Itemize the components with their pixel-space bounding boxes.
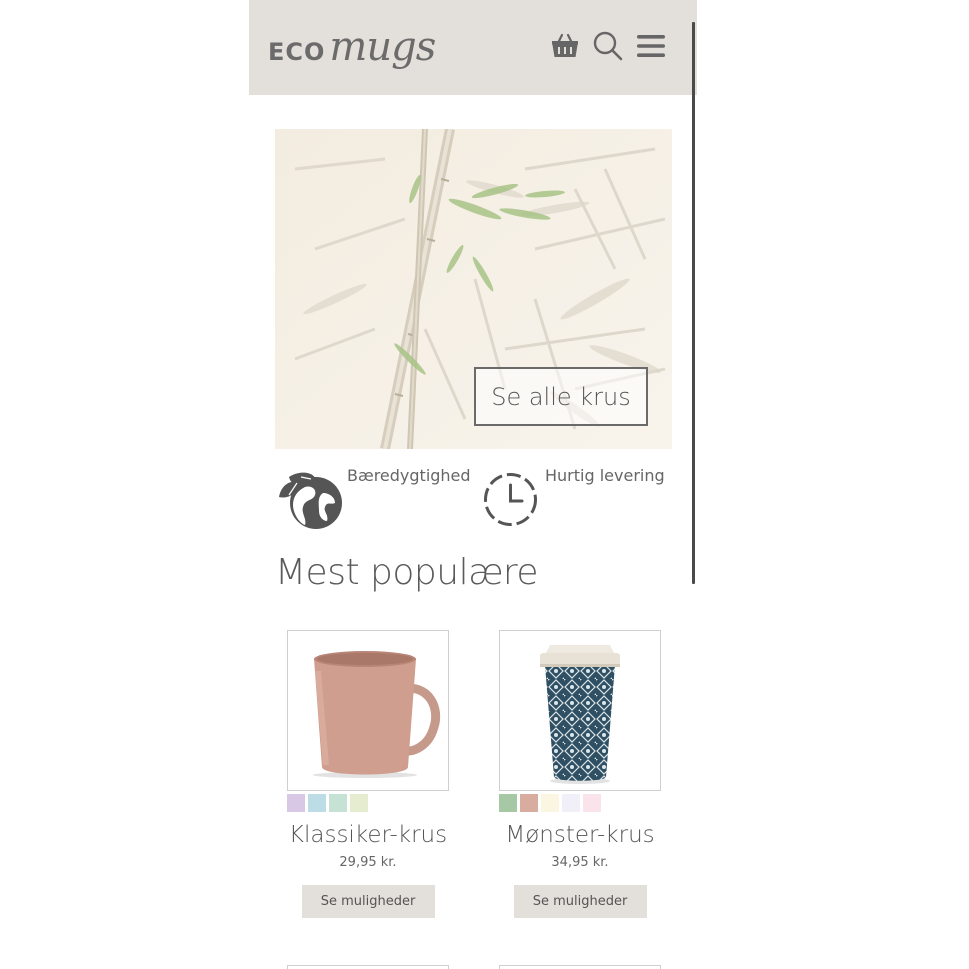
product-name[interactable]: Mønster-krus bbox=[499, 822, 661, 848]
see-options-button[interactable]: Se muligheder bbox=[513, 885, 647, 918]
globe-leaf-icon bbox=[275, 467, 347, 531]
color-swatch-lilac-white[interactable] bbox=[562, 794, 580, 812]
product-card-partial bbox=[499, 965, 661, 969]
color-swatches bbox=[287, 794, 449, 812]
clock-icon bbox=[482, 471, 539, 528]
feature-sustainability-label: Bæredygtighed bbox=[347, 466, 471, 485]
hero-banner: Se alle krus bbox=[275, 129, 672, 449]
color-swatch-mint[interactable] bbox=[329, 794, 347, 812]
color-swatch-sage[interactable] bbox=[499, 794, 517, 812]
color-swatch-rose[interactable] bbox=[520, 794, 538, 812]
page-frame: ECO mugs Se alle krus Bæredygtighed Hurt… bbox=[249, 0, 697, 969]
color-swatch-pink[interactable] bbox=[583, 794, 601, 812]
product-card-partial bbox=[287, 965, 449, 969]
color-swatch-cream[interactable] bbox=[541, 794, 559, 812]
see-all-mugs-button[interactable]: Se alle krus bbox=[474, 367, 648, 426]
site-header: ECO mugs bbox=[249, 0, 697, 95]
color-swatches bbox=[499, 794, 661, 812]
logo[interactable]: ECO mugs bbox=[268, 24, 436, 70]
search-icon[interactable] bbox=[592, 30, 624, 62]
product-price: 29,95 kr. bbox=[339, 855, 397, 870]
logo-mugs-text: mugs bbox=[329, 24, 436, 70]
product-card: Mønster-krus 34,95 kr. Se muligheder bbox=[499, 630, 661, 918]
product-card: Klassiker-krus 29,95 kr. Se muligheder bbox=[287, 630, 449, 918]
section-title-most-popular: Mest populære bbox=[275, 552, 539, 593]
logo-eco-text: ECO bbox=[268, 38, 326, 66]
product-image[interactable] bbox=[287, 630, 449, 791]
menu-icon[interactable] bbox=[635, 30, 667, 62]
color-swatch-lavender[interactable] bbox=[287, 794, 305, 812]
product-name[interactable]: Klassiker-krus bbox=[287, 822, 449, 848]
product-price: 34,95 kr. bbox=[551, 855, 609, 870]
see-options-button[interactable]: Se muligheder bbox=[301, 885, 435, 918]
color-swatch-pale-green[interactable] bbox=[350, 794, 368, 812]
scrollbar[interactable] bbox=[692, 22, 695, 584]
color-swatch-light-blue[interactable] bbox=[308, 794, 326, 812]
feature-fast-delivery-label: Hurtig levering bbox=[545, 466, 665, 485]
feature-fast-delivery: Hurtig levering bbox=[482, 463, 682, 533]
product-image[interactable] bbox=[499, 630, 661, 791]
feature-sustainability: Bæredygtighed bbox=[275, 463, 471, 533]
basket-icon[interactable] bbox=[549, 30, 581, 62]
